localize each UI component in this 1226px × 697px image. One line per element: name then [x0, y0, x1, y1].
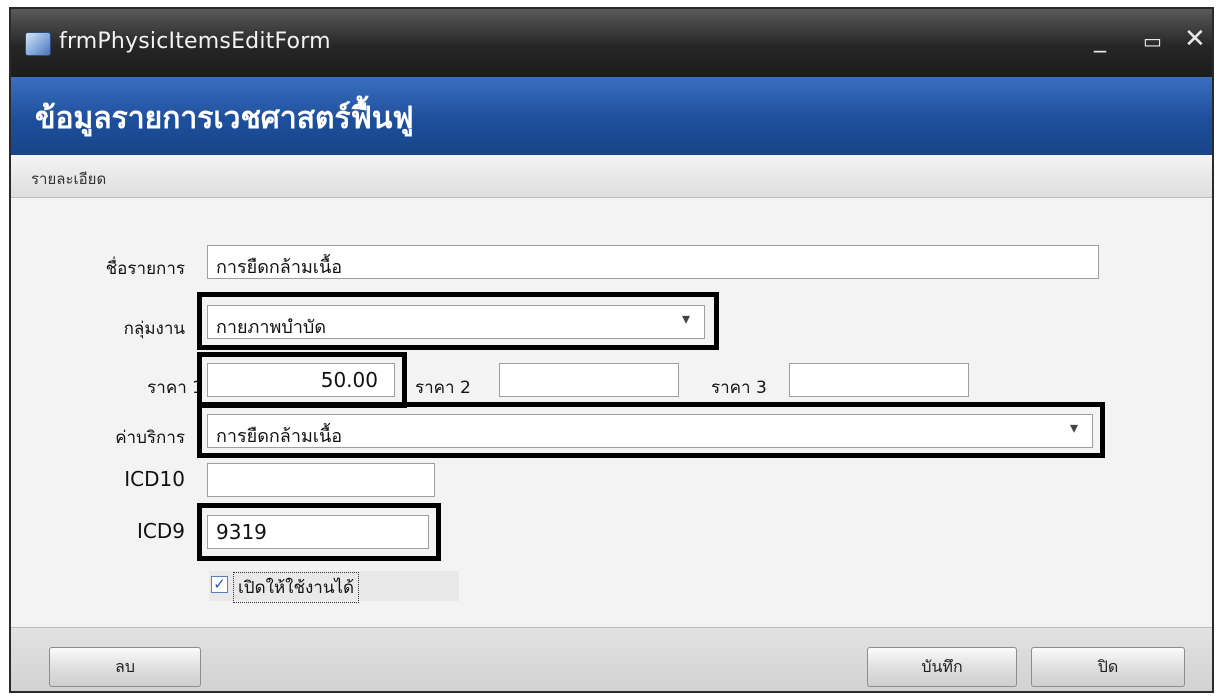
edit-form-window: frmPhysicItemsEditForm _ ▭ ✕ ข้อมูลรายกา…	[9, 7, 1214, 693]
section-bar	[11, 155, 1212, 198]
dropdown-arrow-icon[interactable]: ▾	[682, 309, 690, 328]
form-heading: ข้อมูลรายการเวชศาสตร์ฟื้นฟู	[35, 101, 414, 136]
icd10-field[interactable]	[207, 463, 435, 497]
price1-field[interactable]: 50.00	[207, 363, 395, 397]
checkmark-icon: ✓	[213, 575, 226, 593]
close-icon[interactable]: ✕	[1184, 26, 1206, 52]
work-group-label: กลุ่มงาน	[123, 319, 185, 339]
price3-label: ราคา 3	[711, 378, 767, 398]
section-label: รายละเอียด	[31, 170, 107, 188]
item-name-field[interactable]: การยืดกล้ามเนื้อ	[207, 245, 1099, 279]
icd9-field[interactable]: 9319	[207, 515, 429, 549]
enabled-checkbox-label[interactable]: เปิดให้ใช้งานได้	[233, 572, 360, 603]
item-name-label: ชื่อรายการ	[105, 259, 185, 279]
icd10-label: ICD10	[124, 467, 185, 491]
work-group-value: กายภาพบำบัด	[216, 317, 327, 338]
minimize-icon[interactable]: _	[1094, 27, 1106, 51]
close-button[interactable]: ปิด	[1031, 647, 1185, 687]
service-label: ค่าบริการ	[115, 428, 185, 448]
price1-label: ราคา 1	[147, 378, 203, 398]
icd9-label: ICD9	[137, 519, 185, 543]
maximize-icon[interactable]: ▭	[1143, 29, 1162, 53]
price2-field[interactable]	[499, 363, 679, 397]
service-combo[interactable]: การยืดกล้ามเนื้อ ▾	[207, 414, 1093, 448]
save-button[interactable]: บันทึก	[867, 647, 1017, 687]
service-value: การยืดกล้ามเนื้อ	[216, 426, 343, 447]
app-icon	[25, 32, 51, 56]
price3-field[interactable]	[789, 363, 969, 397]
delete-button[interactable]: ลบ	[49, 647, 201, 687]
price2-label: ราคา 2	[415, 378, 471, 398]
work-group-combo[interactable]: กายภาพบำบัด ▾	[207, 305, 705, 339]
window-title: frmPhysicItemsEditForm	[59, 29, 331, 54]
dropdown-arrow-icon[interactable]: ▾	[1070, 418, 1078, 437]
enabled-checkbox[interactable]: ✓	[211, 576, 228, 593]
